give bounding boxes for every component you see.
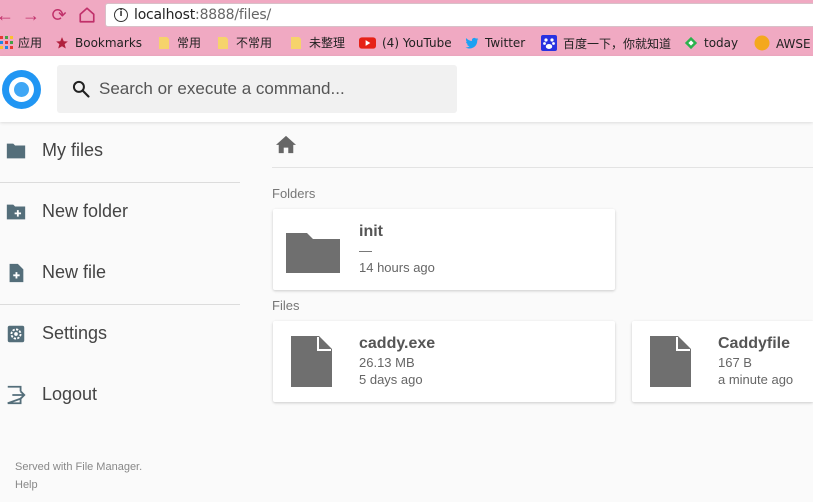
gear-icon: [7, 325, 25, 343]
bookmark-label: 不常用: [236, 36, 273, 50]
bookmark-label: 常用: [177, 36, 202, 50]
browser-home-icon: [79, 7, 95, 23]
bookmark-twitter[interactable]: Twitter: [465, 35, 525, 51]
bookmark-bookmarks[interactable]: Bookmarks: [55, 35, 142, 51]
file-icon: [291, 336, 332, 387]
feedly-icon: [684, 36, 698, 50]
sidebar-item-label: Logout: [42, 384, 98, 404]
file-card-caddy-exe[interactable]: caddy.exe 26.13 MB 5 days ago: [273, 321, 615, 402]
bookmark-baidu[interactable]: 百度一下，你就知道: [541, 35, 671, 51]
file-manager-logo[interactable]: [2, 70, 41, 109]
forward-arrow-icon: →: [22, 5, 40, 25]
breadcrumb: [272, 122, 813, 168]
bookmark-common[interactable]: 常用: [157, 35, 201, 51]
url-text: localhost:8888/files/: [134, 7, 271, 23]
new-file-icon: [9, 263, 24, 283]
search-box[interactable]: [57, 65, 457, 113]
sidebar-item-new-folder[interactable]: New folder: [0, 187, 240, 237]
home-button[interactable]: [76, 4, 98, 26]
file-size: 167 B: [718, 355, 752, 370]
folder-size: —: [359, 243, 372, 258]
site-info-icon[interactable]: i: [114, 8, 128, 22]
forward-button[interactable]: →: [20, 4, 42, 26]
folder-icon: [218, 37, 228, 49]
bookmark-label: (4) YouTube: [382, 36, 452, 50]
file-size: 26.13 MB: [359, 355, 415, 370]
url-path: :8888/files/: [195, 7, 272, 23]
sidebar-item-label: Settings: [42, 323, 108, 343]
bookmark-youtube[interactable]: (4) YouTube: [359, 35, 452, 51]
bookmark-unsorted[interactable]: 未整理: [289, 35, 345, 51]
file-modified: a minute ago: [718, 372, 794, 387]
file-modified: 5 days ago: [359, 372, 423, 387]
folder-icon: [6, 143, 26, 159]
file-name: Caddyfile: [718, 335, 791, 352]
bookmarks-bar: 应用 Bookmarks 常用 不常用 未整理 (4) YouTube Twit…: [0, 30, 813, 56]
bookmark-label: Bookmarks: [75, 36, 143, 50]
sidebar-item-my-files[interactable]: My files: [0, 126, 240, 176]
folder-modified: 14 hours ago: [359, 260, 435, 275]
bookmark-label: 未整理: [309, 36, 346, 50]
logout-icon: [7, 385, 26, 405]
app-header: [0, 56, 813, 122]
bookmark-uncommon[interactable]: 不常用: [216, 35, 272, 51]
help-link[interactable]: Help: [15, 479, 38, 491]
file-icon: [650, 336, 691, 387]
search-input[interactable]: [99, 65, 449, 113]
sidebar-item-settings[interactable]: Settings: [0, 309, 240, 359]
folder-card-init[interactable]: init — 14 hours ago: [273, 209, 615, 290]
browser-toolbar: ← → ⟳ i localhost:8888/files/: [0, 0, 813, 30]
folders-section-title: Folders: [272, 186, 316, 201]
bookmark-label: Twitter: [485, 36, 526, 50]
file-card-caddyfile[interactable]: Caddyfile 167 B a minute ago: [632, 321, 813, 402]
sidebar-item-label: New file: [42, 262, 107, 282]
star-icon: [56, 37, 68, 49]
bookmark-apps[interactable]: 应用: [0, 35, 42, 51]
files-section-title: Files: [272, 298, 300, 313]
sidebar-item-label: New folder: [42, 201, 129, 221]
folder-icon: [286, 233, 340, 273]
search-icon: [72, 80, 90, 98]
bookmark-label: AWSE: [776, 37, 811, 51]
youtube-icon: [359, 37, 376, 49]
twitter-icon: [465, 37, 479, 49]
url-host: localhost: [134, 7, 196, 23]
reload-icon: ⟳: [51, 5, 67, 25]
reload-button[interactable]: ⟳: [48, 4, 70, 26]
bookmark-label: 百度一下，你就知道: [563, 37, 672, 51]
address-bar[interactable]: i localhost:8888/files/: [105, 3, 813, 27]
home-icon[interactable]: [275, 134, 297, 154]
awse-icon: [754, 35, 770, 51]
bookmark-today[interactable]: today: [684, 35, 738, 51]
apps-grid-icon: [0, 36, 13, 49]
baidu-icon: [541, 35, 557, 51]
bookmark-label: today: [704, 36, 739, 50]
sidebar-divider: [0, 304, 240, 305]
file-name: caddy.exe: [359, 335, 436, 352]
back-button[interactable]: ←: [0, 4, 16, 26]
folder-icon: [291, 37, 301, 49]
sidebar-divider: [0, 182, 240, 183]
new-folder-icon: [6, 204, 26, 220]
bookmark-label: 应用: [18, 36, 43, 50]
sidebar-item-label: My files: [42, 140, 104, 160]
sidebar: My files New folder New file Settings Lo…: [0, 122, 240, 502]
sidebar-item-new-file[interactable]: New file: [0, 248, 240, 298]
back-arrow-icon: ←: [0, 5, 14, 25]
folder-icon: [159, 37, 169, 49]
bookmark-awse[interactable]: AWSE: [754, 35, 811, 51]
folder-name: init: [359, 223, 383, 240]
sidebar-item-logout[interactable]: Logout: [0, 370, 240, 420]
served-with-text: Served with File Manager.: [15, 461, 143, 473]
